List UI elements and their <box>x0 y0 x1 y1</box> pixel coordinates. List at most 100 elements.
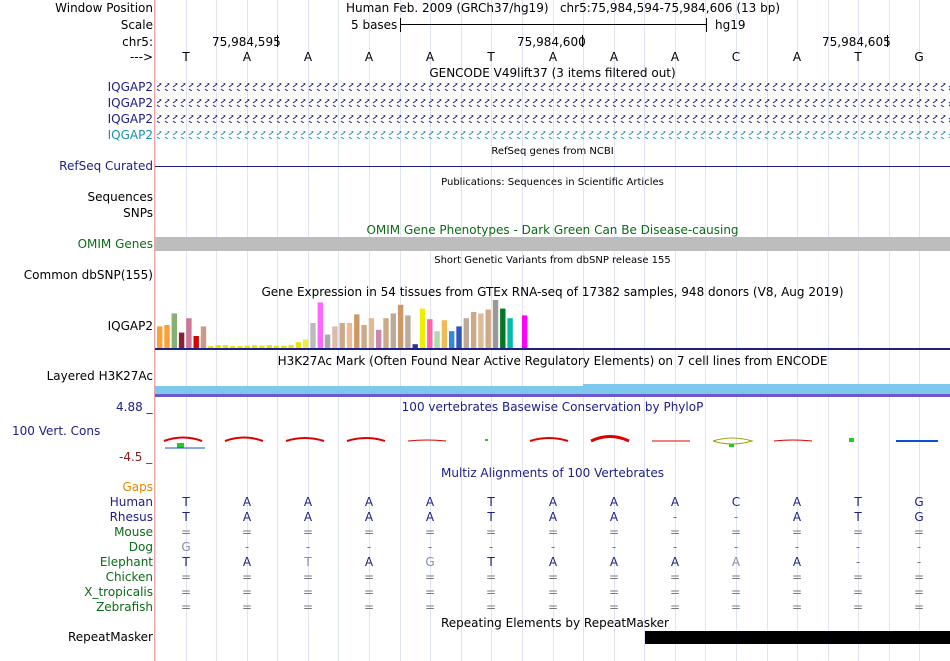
species-label[interactable]: Human <box>110 495 153 509</box>
gtex-bar[interactable] <box>383 318 389 348</box>
gtex-bar[interactable] <box>288 345 294 348</box>
gtex-bar[interactable] <box>310 323 316 348</box>
gtex-track-title[interactable]: Gene Expression in 54 tissues from GTEx … <box>155 285 950 299</box>
publications-track-title[interactable]: Publications: Sequences in Scientific Ar… <box>155 177 950 188</box>
refseq-label[interactable]: RefSeq Curated <box>59 159 153 173</box>
gtex-bar[interactable] <box>171 313 177 348</box>
gtex-label[interactable]: IQGAP2 <box>108 319 153 333</box>
species-label[interactable]: Mouse <box>114 525 153 539</box>
gencode-gene-label[interactable]: IQGAP2 <box>108 112 153 126</box>
gtex-bar[interactable] <box>405 315 411 348</box>
species-label[interactable]: Rhesus <box>110 510 153 524</box>
repeatmasker-label[interactable]: RepeatMasker <box>68 630 153 644</box>
dbsnp-track-title[interactable]: Short Genetic Variants from dbSNP releas… <box>155 255 950 266</box>
gtex-bar[interactable] <box>281 345 287 348</box>
scale-bar-left-tick <box>400 18 401 32</box>
refseq-track-title[interactable]: RefSeq genes from NCBI <box>155 146 950 157</box>
gtex-bar[interactable] <box>193 336 199 348</box>
gtex-bar[interactable] <box>164 325 170 348</box>
gtex-bar[interactable] <box>361 325 367 348</box>
gtex-bar[interactable] <box>492 300 499 348</box>
snps-label[interactable]: SNPs <box>123 206 153 220</box>
gtex-bar[interactable] <box>470 312 477 348</box>
gtex-bar[interactable] <box>514 320 521 348</box>
gtex-bar[interactable] <box>412 344 418 348</box>
gtex-bar[interactable] <box>237 346 243 348</box>
gtex-bar[interactable] <box>200 326 207 348</box>
species-label[interactable]: X_tropicalis <box>84 585 153 599</box>
phylop-conservation-plot[interactable] <box>155 430 950 452</box>
base-letter: A <box>303 50 313 64</box>
phylop-track-title[interactable]: 100 vertebrates Basewise Conservation by… <box>155 400 950 414</box>
species-label[interactable]: Elephant <box>100 555 153 569</box>
gtex-bar[interactable] <box>397 304 404 348</box>
omim-track-title[interactable]: OMIM Gene Phenotypes - Dark Green Can Be… <box>155 223 950 237</box>
gaps-label[interactable]: Gaps <box>122 480 153 494</box>
gtex-bar[interactable] <box>215 345 221 348</box>
h3k27ac-signal[interactable] <box>583 384 950 394</box>
gtex-bar[interactable] <box>222 345 229 348</box>
h3k27ac-track-title[interactable]: H3K27Ac Mark (Often Found Near Active Re… <box>155 354 950 368</box>
gtex-bar[interactable] <box>485 309 491 348</box>
multiz-track-title[interactable]: Multiz Alignments of 100 Vertebrates <box>155 466 950 480</box>
species-label[interactable]: Zebrafish <box>96 600 153 614</box>
gtex-bar[interactable] <box>463 318 469 348</box>
gtex-bar[interactable] <box>478 313 484 348</box>
refseq-gene-line[interactable] <box>155 166 950 167</box>
gtex-bar[interactable] <box>266 345 272 348</box>
gtex-bar[interactable] <box>441 320 448 348</box>
gencode-gene-label[interactable]: IQGAP2 <box>108 128 153 142</box>
scale-label: Scale <box>120 18 153 32</box>
gtex-bar[interactable] <box>295 342 302 348</box>
gtex-bar[interactable] <box>303 339 309 348</box>
gtex-bar[interactable] <box>368 318 375 348</box>
gencode-gene-label[interactable]: IQGAP2 <box>108 96 153 110</box>
gtex-bar[interactable] <box>273 345 280 348</box>
gtex-bar[interactable] <box>339 323 345 348</box>
omim-gene-bar[interactable] <box>155 237 950 251</box>
assembly-label: hg19 <box>715 18 746 32</box>
alignment-base: A <box>303 495 313 509</box>
repeat-element[interactable] <box>645 631 950 644</box>
gtex-bar[interactable] <box>449 331 455 348</box>
gtex-bar[interactable] <box>251 345 258 348</box>
phylop-label[interactable]: 100 Vert. Cons <box>12 424 100 438</box>
gtex-bar[interactable] <box>419 308 426 348</box>
gtex-bar[interactable] <box>346 323 353 348</box>
gtex-bar[interactable] <box>324 334 331 348</box>
gencode-gene-label[interactable]: IQGAP2 <box>108 80 153 94</box>
gtex-bar[interactable] <box>507 318 513 348</box>
gtex-bar[interactable] <box>259 345 265 348</box>
gtex-bar[interactable] <box>376 329 382 348</box>
gtex-bar[interactable] <box>427 319 433 348</box>
species-label[interactable]: Chicken <box>106 570 153 584</box>
gtex-bar[interactable] <box>332 326 338 348</box>
gtex-bar[interactable] <box>354 314 360 348</box>
omim-label[interactable]: OMIM Genes <box>78 237 153 251</box>
gtex-bar[interactable] <box>390 313 396 348</box>
gtex-bar[interactable] <box>230 346 236 348</box>
alignment-base: = <box>363 585 375 599</box>
gtex-bar[interactable] <box>208 346 214 348</box>
gencode-track-title[interactable]: GENCODE V49lift37 (3 items filtered out) <box>155 66 950 80</box>
species-label[interactable]: Dog <box>129 540 153 554</box>
publications-label[interactable]: Sequences <box>88 190 153 204</box>
tick-label: 75,984,605 <box>822 35 891 49</box>
gtex-bar[interactable] <box>157 326 163 348</box>
repeatmasker-track-title[interactable]: Repeating Elements by RepeatMasker <box>441 616 669 630</box>
gtex-expression-chart[interactable] <box>155 300 950 352</box>
gtex-bar[interactable] <box>244 345 250 348</box>
h3k27ac-label[interactable]: Layered H3K27Ac <box>47 369 153 383</box>
dbsnp-label[interactable]: Common dbSNP(155) <box>24 268 153 282</box>
gtex-bar[interactable] <box>317 302 323 348</box>
gencode-transcripts[interactable] <box>155 80 950 142</box>
h3k27ac-signal[interactable] <box>155 386 583 394</box>
gtex-bar[interactable] <box>178 332 185 348</box>
gtex-bar[interactable] <box>522 315 528 348</box>
gtex-bar[interactable] <box>186 318 192 348</box>
gtex-bar[interactable] <box>500 308 506 348</box>
transcript-line <box>155 83 950 91</box>
alignment-base: = <box>913 600 925 614</box>
gtex-bar[interactable] <box>456 326 462 348</box>
gtex-bar[interactable] <box>434 331 440 348</box>
